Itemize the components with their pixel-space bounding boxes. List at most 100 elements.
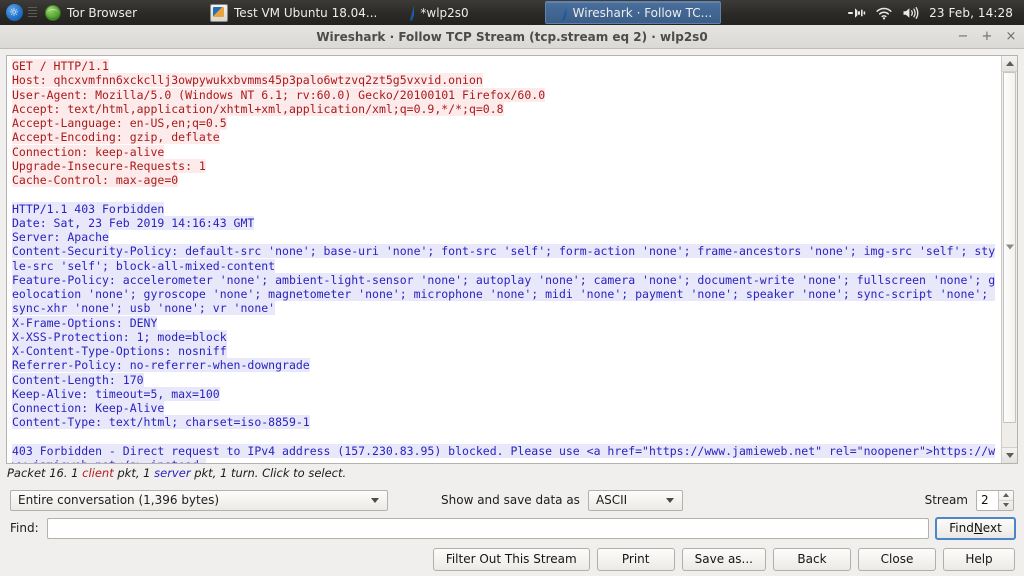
- stream-line-server: Connection: Keep-Alive: [12, 401, 999, 415]
- follow-tcp-stream-window: Wireshark · Follow TCP Stream (tcp.strea…: [0, 25, 1024, 576]
- caret-up-icon: [1003, 493, 1009, 497]
- packet-status-line[interactable]: Packet 16. 1 client pkt, 1 server pkt, 1…: [0, 464, 1024, 486]
- chevron-up-icon: [1005, 61, 1014, 66]
- status-prefix: Packet 16. 1: [7, 466, 83, 480]
- maximize-icon[interactable]: +: [980, 30, 994, 44]
- data-format-select-value: ASCII: [595, 493, 628, 507]
- save-as-button[interactable]: Save as...: [681, 547, 766, 571]
- close-icon[interactable]: ×: [1004, 30, 1018, 44]
- stream-line-server: Date: Sat, 23 Feb 2019 14:16:43 GMT: [12, 215, 999, 230]
- stream-line-text: Connection: keep-alive: [12, 144, 165, 159]
- find-next-button[interactable]: Find Next: [935, 516, 1016, 540]
- taskbar-item-label: Tor Browser: [67, 5, 138, 20]
- find-row: Find: Find Next: [0, 514, 1024, 542]
- taskbar-item-label: Wireshark · Follow TC...: [572, 5, 713, 20]
- stream-stepper-buttons: [998, 490, 1013, 510]
- stream-line-server: 403 Forbidden - Direct request to IPv4 a…: [12, 443, 999, 463]
- stream-line-server: HTTP/1.1 403 Forbidden: [12, 201, 999, 216]
- stream-line-server: Content-Type: text/html; charset=iso-885…: [12, 415, 999, 430]
- conversation-select[interactable]: Entire conversation (1,396 bytes): [10, 489, 388, 511]
- system-tray: 23 Feb, 14:28: [848, 6, 1024, 20]
- stream-line-client: Upgrade-Insecure-Requests: 1: [12, 158, 999, 173]
- stream-line-client: Accept-Encoding: gzip, deflate: [12, 130, 999, 145]
- volume-icon[interactable]: [902, 6, 920, 20]
- tor-browser-globe-icon: [45, 4, 61, 21]
- stream-controls-row: Entire conversation (1,396 bytes) Show a…: [0, 486, 1024, 514]
- help-button[interactable]: Help: [943, 547, 1015, 571]
- scrollbar-track[interactable]: [1002, 72, 1017, 447]
- status-client-word: client: [82, 466, 114, 480]
- stream-line-text: Accept-Language: en-US,en;q=0.5: [12, 116, 227, 130]
- data-format-select[interactable]: ASCII: [587, 489, 683, 511]
- dialog-button-row: Filter Out This Stream Print Save as... …: [0, 542, 1024, 576]
- stream-line-text: X-Frame-Options: DENY: [12, 315, 158, 330]
- stream-text[interactable]: GET / HTTP/1.1 Host: qhcxvmfnn6xckcllj3ow…: [7, 56, 1001, 463]
- stream-line-client: Cache-Control: max-age=0: [12, 173, 999, 187]
- stream-line-client: Host: qhcxvmfnn6xckcllj3owpywukxbvmms45p…: [12, 73, 999, 88]
- scroll-up-button[interactable]: [1002, 56, 1017, 72]
- close-button[interactable]: Close: [858, 547, 936, 571]
- stream-content-area: GET / HTTP/1.1 Host: qhcxvmfnn6xckcllj3ow…: [6, 55, 1018, 464]
- stream-number-value: 2: [977, 490, 998, 510]
- stream-line-server: Keep-Alive: timeout=5, max=100: [12, 386, 999, 401]
- taskbar-item-follow-tcp-stream[interactable]: Wireshark · Follow TC...: [544, 1, 722, 24]
- filter-out-this-stream-button[interactable]: Filter Out This Stream: [432, 547, 590, 571]
- stream-line-client: Accept-Language: en-US,en;q=0.5: [12, 116, 999, 130]
- virtualbox-icon: [210, 3, 229, 22]
- wired-network-icon[interactable]: [848, 6, 866, 20]
- stream-line-server: Referrer-Policy: no-referrer-when-downgr…: [12, 358, 999, 373]
- stream-line-server: X-Frame-Options: DENY: [12, 315, 999, 330]
- stream-line-text: GET / HTTP/1.1: [12, 59, 109, 73]
- chevron-down-icon: [371, 497, 379, 503]
- stream-line-text: HTTP/1.1 403 Forbidden: [12, 201, 165, 216]
- window-menu-icon: ☼: [5, 4, 23, 21]
- start-menu-button[interactable]: ☼: [0, 0, 28, 25]
- taskbar-item-label: Test VM Ubuntu 18.04...: [234, 5, 378, 20]
- minimize-icon[interactable]: −: [956, 30, 970, 44]
- stream-scrollbar[interactable]: [1001, 56, 1017, 463]
- stream-line-text: Cache-Control: max-age=0: [12, 173, 179, 187]
- chevron-down-icon: [665, 497, 674, 503]
- status-suffix: pkt, 1 turn. Click to select.: [190, 466, 347, 480]
- taskbar: ☼ Tor Browser Test VM Ubuntu 18.04... *w…: [0, 0, 1024, 26]
- back-button[interactable]: Back: [773, 547, 851, 571]
- find-input[interactable]: [46, 517, 929, 539]
- caret-down-icon: [1003, 503, 1009, 507]
- stream-line-text: Content-Type: text/html; charset=iso-885…: [12, 415, 310, 430]
- stream-line-client: [12, 187, 999, 201]
- stream-label: Stream: [924, 493, 968, 507]
- stream-line-text: Keep-Alive: timeout=5, max=100: [12, 386, 220, 401]
- conversation-select-value: Entire conversation (1,396 bytes): [18, 493, 220, 507]
- taskbar-item-test-vm[interactable]: Test VM Ubuntu 18.04...: [205, 2, 385, 23]
- stream-line-text: Date: Sat, 23 Feb 2019 14:16:43 GMT: [12, 215, 255, 230]
- stream-line-text: Content-Security-Policy: default-src 'no…: [12, 244, 996, 273]
- scrollbar-grip-icon: [1005, 244, 1014, 250]
- stream-line-text: User-Agent: Mozilla/5.0 (Windows NT 6.1;…: [12, 87, 546, 102]
- scrollbar-thumb[interactable]: [1003, 72, 1016, 423]
- stream-line-server: X-Content-Type-Options: nosniff: [12, 344, 999, 358]
- stream-line-text: Upgrade-Insecure-Requests: 1: [12, 158, 206, 173]
- taskbar-separator: [28, 6, 37, 19]
- scroll-down-button[interactable]: [1002, 447, 1017, 463]
- status-server-word: server: [154, 466, 191, 480]
- stepper-up-button[interactable]: [999, 491, 1013, 501]
- find-next-accel: N: [973, 521, 983, 535]
- stream-line-client: Connection: keep-alive: [12, 144, 999, 159]
- stream-line-server: Content-Length: 170: [12, 372, 999, 387]
- taskbar-item-label: *wlp2s0: [420, 5, 469, 20]
- stream-line-text: X-Content-Type-Options: nosniff: [12, 344, 227, 358]
- stepper-down-button[interactable]: [999, 501, 1013, 510]
- taskbar-item-wlp2s0[interactable]: *wlp2s0: [393, 2, 476, 23]
- stream-line-text: Connection: Keep-Alive: [12, 401, 165, 415]
- find-next-prefix: Find: [949, 521, 974, 535]
- print-button[interactable]: Print: [596, 547, 675, 571]
- wifi-icon[interactable]: [875, 6, 893, 20]
- stream-line-text: Accept-Encoding: gzip, deflate: [12, 130, 220, 145]
- stream-number-stepper[interactable]: 2: [976, 489, 1014, 511]
- stream-line-server: [12, 430, 999, 444]
- wireshark-fin-icon: [398, 4, 415, 21]
- stream-line-text: Content-Length: 170: [12, 372, 144, 387]
- stream-line-client: Accept: text/html,application/xhtml+xml,…: [12, 101, 999, 116]
- taskbar-item-tor-browser[interactable]: Tor Browser: [40, 2, 145, 23]
- stream-line-text: 403 Forbidden - Direct request to IPv4 a…: [12, 443, 996, 463]
